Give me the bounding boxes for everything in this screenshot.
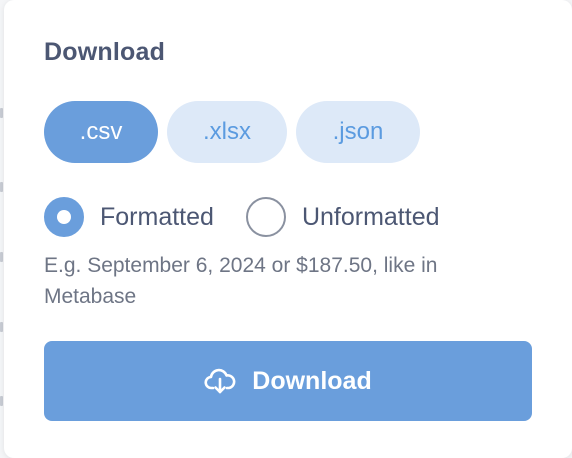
download-button-label: Download <box>252 366 372 395</box>
popover-title: Download <box>44 38 166 66</box>
background-edge-mark <box>0 182 3 192</box>
background-edge-mark <box>0 108 3 118</box>
format-json-button[interactable]: .json <box>296 101 420 163</box>
format-xlsx-button[interactable]: .xlsx <box>167 101 287 163</box>
download-button[interactable]: Download <box>44 341 532 421</box>
radio-formatted-label[interactable]: Formatted <box>100 203 214 232</box>
radio-formatted[interactable]: Formatted <box>44 197 214 237</box>
radio-dot <box>57 210 71 224</box>
radio-unformatted-label[interactable]: Unformatted <box>302 203 440 232</box>
radio-checked-indicator[interactable] <box>44 197 84 237</box>
formatting-hint: E.g. September 6, 2024 or $187.50, like … <box>44 254 438 308</box>
radio-unchecked-indicator[interactable] <box>245 197 286 237</box>
background-edge-mark <box>0 252 3 262</box>
format-csv-button[interactable]: .csv <box>44 101 158 163</box>
formatting-radio-group: Formatted Unformatted <box>44 197 440 237</box>
background-edge-mark <box>0 396 3 406</box>
format-selector: .csv .xlsx .json <box>44 101 420 163</box>
radio-unformatted[interactable]: Unformatted <box>245 197 440 237</box>
cloud-download-icon <box>204 367 236 395</box>
background-edge-mark <box>0 322 3 332</box>
